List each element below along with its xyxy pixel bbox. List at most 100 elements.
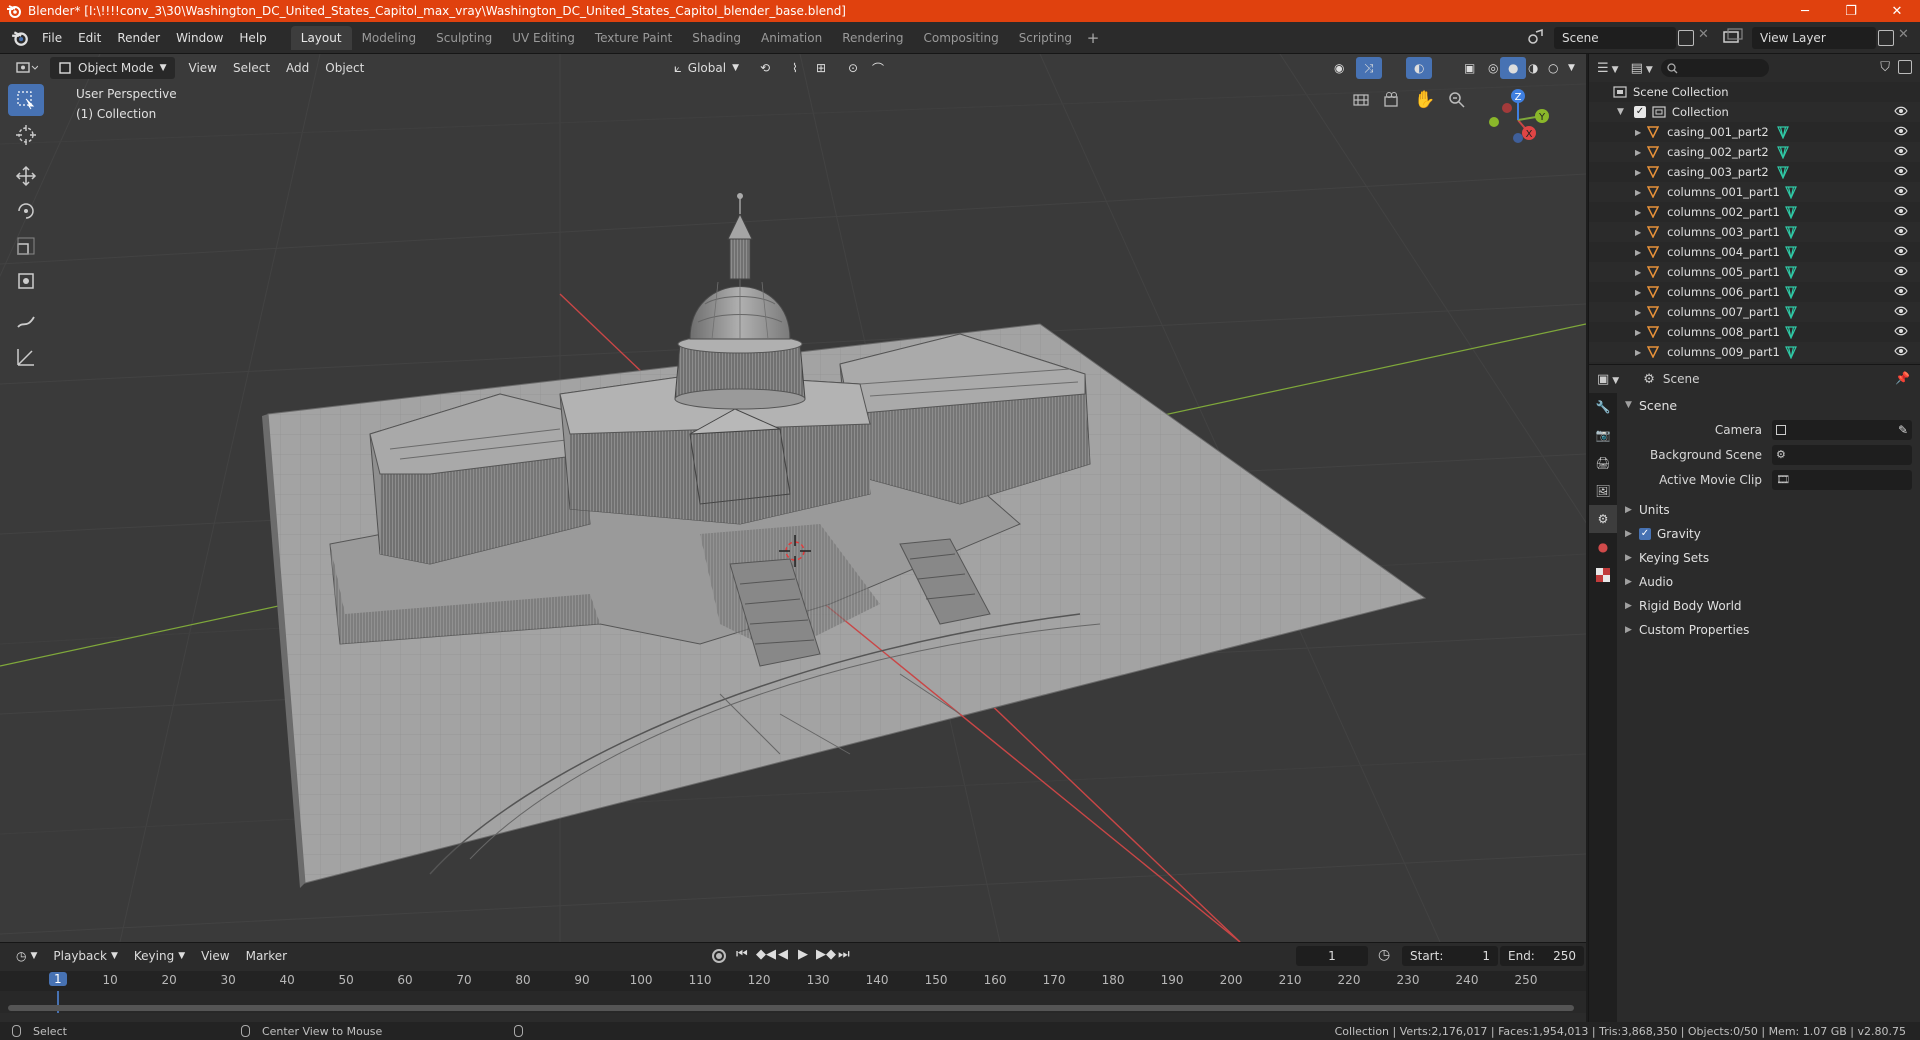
add-workspace-button[interactable]: + xyxy=(1082,29,1104,47)
jump-start-icon[interactable]: ⏮ xyxy=(736,947,748,962)
timeline-ruler[interactable]: 1 10 20 30 40 50 60 70 80 90 100 110 120 130 140 150 160… xyxy=(0,971,1586,991)
mesh-data-icon[interactable] xyxy=(1785,285,1798,299)
editor-type-icon[interactable] xyxy=(8,57,46,79)
tool-properties-tab-icon[interactable]: 🔧 xyxy=(1589,393,1617,421)
properties-editor-type-icon[interactable]: ▣ ▼ xyxy=(1597,372,1619,387)
record-button[interactable] xyxy=(712,949,726,963)
scene-panel-header[interactable]: ▼ Scene xyxy=(1617,393,1920,417)
expand-icon[interactable]: ▶ xyxy=(1635,128,1641,137)
rotate-tool[interactable] xyxy=(8,195,44,227)
outliner-item[interactable]: ▶ columns_001_part1 xyxy=(1589,182,1920,202)
timeline-scrollbar[interactable] xyxy=(8,1005,1574,1011)
viewport-menu-select[interactable]: Select xyxy=(225,57,278,79)
expand-icon[interactable]: ▶ xyxy=(1635,248,1641,257)
world-properties-tab-icon[interactable]: ● xyxy=(1589,533,1617,561)
camera-icon[interactable] xyxy=(1379,86,1407,114)
gravity-checkbox[interactable]: ✓ xyxy=(1639,528,1651,540)
menu-window[interactable]: Window xyxy=(168,26,231,50)
mesh-data-icon[interactable] xyxy=(1777,125,1790,139)
outliner-item[interactable]: ▶ columns_006_part1 xyxy=(1589,282,1920,302)
mesh-data-icon[interactable] xyxy=(1777,165,1790,179)
collapse-icon[interactable]: ▼ xyxy=(1617,107,1624,117)
mode-dropdown[interactable]: Object Mode ▼ xyxy=(50,57,175,79)
pan-hand-icon[interactable]: ✋ xyxy=(1411,86,1439,114)
shading-options-icon[interactable]: ▼ xyxy=(1560,57,1583,79)
3d-viewport[interactable]: Object Mode ▼ View Select Add Object ⟀ G… xyxy=(0,54,1586,942)
filter-icon[interactable]: ⛉ xyxy=(1880,60,1890,75)
scale-tool[interactable] xyxy=(8,230,44,262)
overlay-toggle-icon[interactable]: ◐ xyxy=(1406,57,1433,79)
play-icon[interactable]: ▶ xyxy=(798,947,808,962)
tab-rendering[interactable]: Rendering xyxy=(832,26,913,50)
maximize-button[interactable]: ❐ xyxy=(1828,0,1874,22)
end-frame-field[interactable]: End: 250 xyxy=(1500,946,1584,966)
tab-texture-paint[interactable]: Texture Paint xyxy=(585,26,682,50)
transform-tool[interactable] xyxy=(8,265,44,297)
eye-icon[interactable] xyxy=(1894,225,1908,240)
tab-shading[interactable]: Shading xyxy=(682,26,751,50)
eye-icon[interactable] xyxy=(1894,185,1908,200)
current-frame-field[interactable]: 1 xyxy=(1296,946,1368,966)
outliner-item[interactable]: ▶ casing_003_part2 xyxy=(1589,162,1920,182)
tab-uv-editing[interactable]: UV Editing xyxy=(502,26,585,50)
keying-sets-panel-header[interactable]: ▶ Keying Sets xyxy=(1617,546,1920,570)
snap-target-icon[interactable]: ⊞ xyxy=(808,57,834,79)
expand-icon[interactable]: ▶ xyxy=(1635,208,1641,217)
background-scene-field[interactable]: ⚙ xyxy=(1772,444,1912,465)
viewport-menu-object[interactable]: Object xyxy=(317,57,372,79)
zoom-icon[interactable] xyxy=(1443,86,1471,114)
menu-render[interactable]: Render xyxy=(109,26,168,50)
tab-animation[interactable]: Animation xyxy=(751,26,832,50)
tab-layout[interactable]: Layout xyxy=(290,25,352,50)
eye-icon[interactable] xyxy=(1894,285,1908,300)
toggle-camera-view-icon[interactable] xyxy=(1347,86,1375,114)
timeline-track[interactable] xyxy=(0,991,1586,1013)
select-box-tool[interactable] xyxy=(8,84,44,116)
camera-field[interactable]: ✎ xyxy=(1772,419,1912,440)
scene-collection-row[interactable]: Scene Collection xyxy=(1589,82,1920,102)
expand-icon[interactable]: ▶ xyxy=(1635,148,1641,157)
scene-selector-icon[interactable] xyxy=(1526,28,1548,48)
pin-icon[interactable]: 📌 xyxy=(1895,371,1910,385)
measure-tool[interactable] xyxy=(8,341,44,373)
rigid-body-world-panel-header[interactable]: ▶ Rigid Body World xyxy=(1617,594,1920,618)
snap-icon[interactable]: ⌇ xyxy=(784,57,806,79)
expand-icon[interactable]: ▶ xyxy=(1635,288,1641,297)
transform-orientation-dropdown[interactable]: ⟀ Global ▼ xyxy=(666,57,747,79)
outliner-item[interactable]: ▶ columns_004_part1 xyxy=(1589,242,1920,262)
viewport-menu-view[interactable]: View xyxy=(181,57,225,79)
active-movie-clip-field[interactable]: 🎞 xyxy=(1772,469,1912,490)
falloff-icon[interactable]: ⌒ xyxy=(864,57,892,79)
tab-sculpting[interactable]: Sculpting xyxy=(426,26,502,50)
eye-icon[interactable] xyxy=(1894,265,1908,280)
expand-icon[interactable]: ▶ xyxy=(1635,268,1641,277)
mesh-data-icon[interactable] xyxy=(1785,305,1798,319)
tab-compositing[interactable]: Compositing xyxy=(913,26,1008,50)
mesh-data-icon[interactable] xyxy=(1785,225,1798,239)
eyedropper-icon[interactable]: ✎ xyxy=(1898,423,1908,437)
start-frame-field[interactable]: Start: 1 xyxy=(1402,946,1498,966)
view-layer-properties-tab-icon[interactable]: 🖼 xyxy=(1589,477,1617,505)
eye-icon[interactable] xyxy=(1894,105,1908,120)
units-panel-header[interactable]: ▶ Units xyxy=(1617,498,1920,522)
scene-name-field[interactable]: Scene xyxy=(1554,27,1676,49)
collection-row[interactable]: ▼ ✓ Collection xyxy=(1589,102,1920,122)
timeline-editor-type-icon[interactable]: ◷ ▼ xyxy=(8,945,45,967)
navigation-gizmo[interactable]: X Y Z xyxy=(1478,80,1558,160)
move-tool[interactable] xyxy=(8,160,44,192)
play-reverse-icon[interactable]: ◀ xyxy=(778,947,788,962)
output-properties-tab-icon[interactable]: 🖨 xyxy=(1589,449,1617,477)
mesh-data-icon[interactable] xyxy=(1785,265,1798,279)
prev-keyframe-icon[interactable]: ◆◀ xyxy=(756,947,776,962)
view-layer-field[interactable]: View Layer xyxy=(1752,27,1876,49)
visibility-icon[interactable]: ◉ xyxy=(1326,57,1352,79)
menu-file[interactable]: File xyxy=(34,26,70,50)
audio-panel-header[interactable]: ▶ Audio xyxy=(1617,570,1920,594)
eye-icon[interactable] xyxy=(1894,125,1908,140)
expand-icon[interactable]: ▶ xyxy=(1635,328,1641,337)
blender-logo-icon[interactable] xyxy=(6,24,34,52)
outliner-item[interactable]: ▶ columns_008_part1 xyxy=(1589,322,1920,342)
tab-scripting[interactable]: Scripting xyxy=(1009,26,1082,50)
menu-help[interactable]: Help xyxy=(231,26,274,50)
render-properties-tab-icon[interactable]: 📷 xyxy=(1589,421,1617,449)
